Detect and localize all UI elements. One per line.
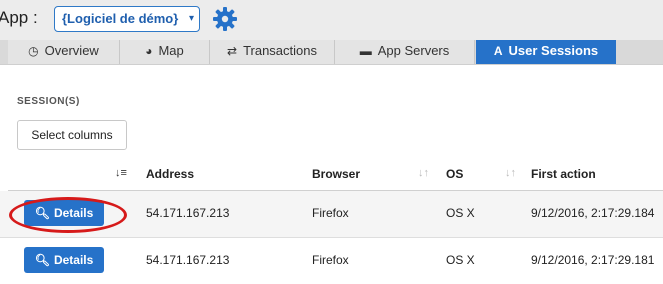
cell-address: 54.171.167.213 — [146, 206, 230, 220]
app-selector-dropdown[interactable]: {Logiciel de démo} ▾ — [54, 6, 200, 32]
tab-label: Map — [158, 43, 184, 58]
tab-bar: ◷ Overview ◕ Map ⇄ Transactions ▬ App Server… — [0, 40, 663, 65]
server-icon: ▬ — [359, 44, 372, 58]
sort-icon[interactable]: ↓↑ — [418, 167, 429, 179]
user-sessions-icon: A — [493, 44, 503, 58]
exchange-icon: ⇄ — [227, 44, 238, 58]
cell-os: OS X — [446, 206, 475, 220]
details-label: Details — [53, 253, 94, 267]
globe-icon: ◕ — [145, 44, 153, 58]
tab-user-sessions[interactable]: A User Sessions — [476, 40, 616, 64]
cell-browser: Firefox — [312, 253, 349, 267]
cell-browser: Firefox — [312, 206, 349, 220]
top-bar: App : {Logiciel de démo} ▾ — [0, 0, 663, 40]
details-button[interactable]: 🔍︎ Details — [24, 247, 104, 273]
section-title: SESSION(S) — [17, 96, 80, 107]
tab-transactions[interactable]: ⇄ Transactions — [210, 40, 335, 64]
tab-label: Transactions — [243, 43, 317, 58]
column-header-os[interactable]: OS — [446, 167, 463, 181]
tab-overview[interactable]: ◷ Overview — [8, 40, 120, 64]
tab-map[interactable]: ◕ Map — [120, 40, 210, 64]
sort-icon[interactable]: ↓↑ — [505, 167, 516, 179]
column-header-browser[interactable]: Browser — [312, 167, 360, 181]
tab-label: User Sessions — [508, 43, 599, 58]
column-header-address[interactable]: Address — [146, 167, 194, 181]
cell-os: OS X — [446, 253, 475, 267]
app-label: App : — [0, 8, 38, 27]
cell-address: 54.171.167.213 — [146, 253, 230, 267]
sort-icon[interactable]: ↓≡ — [115, 167, 127, 179]
search-icon: 🔍︎ — [34, 253, 50, 267]
cell-first-action: 9/12/2016, 2:17:29.184 — [531, 206, 655, 220]
tab-label: App Servers — [377, 43, 450, 58]
highlight-annotation — [9, 197, 127, 233]
select-columns-button[interactable]: Select columns — [17, 120, 127, 150]
chevron-down-icon: ▾ — [188, 13, 194, 24]
tab-app-servers[interactable]: ▬ App Servers — [335, 40, 475, 64]
dashboard-icon: ◷ — [28, 44, 39, 58]
app-selector-value: {Logiciel de démo} — [62, 11, 179, 26]
cell-first-action: 9/12/2016, 2:17:29.181 — [531, 253, 655, 267]
gear-icon[interactable] — [212, 6, 238, 32]
column-header-first-action[interactable]: First action — [531, 167, 596, 181]
tab-label: Overview — [44, 43, 99, 58]
table-row: 🔍︎ Details 54.171.167.213 Firefox OS X 9/… — [0, 237, 663, 284]
